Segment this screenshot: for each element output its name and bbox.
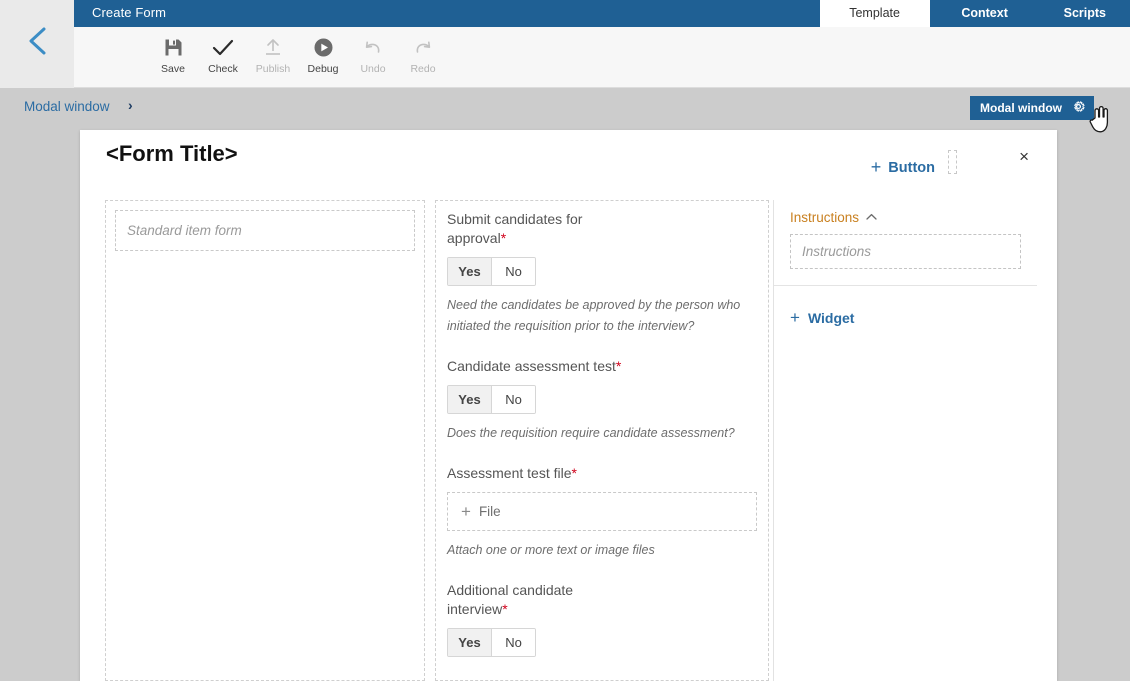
app-root: Create Form Template Context Scripts Sav… [0,0,1130,681]
undo-icon [363,33,383,61]
form-canvas: <Form Title> + Button × Standard item fo… [80,130,1057,681]
chevron-left-icon[interactable] [24,24,52,58]
publish-label: Publish [255,63,291,75]
save-icon [164,33,183,61]
required-asterisk: * [502,601,508,617]
yes-no-toggle[interactable]: Yes No [447,385,536,414]
window-header: Create Form Template Context Scripts [74,0,1130,27]
standard-item-form-placeholder[interactable]: Standard item form [115,210,415,251]
form-title: <Form Title> [106,141,238,166]
upload-icon [263,33,283,61]
undo-label: Undo [360,63,386,75]
instructions-section: Instructions Instructions [774,200,1037,286]
add-widget-label: Widget [807,310,855,326]
required-asterisk: * [615,358,622,374]
redo-button[interactable]: Redo [398,33,448,85]
file-dropzone-label: File [478,504,501,519]
debug-label: Debug [307,63,339,75]
yes-option[interactable]: Yes [448,258,492,285]
tab-context[interactable]: Context [930,0,1040,27]
field-label: Additional candidate interview* [447,581,627,619]
no-option[interactable]: No [492,629,535,656]
add-button-label: Button [888,159,935,176]
check-label: Check [208,63,238,75]
save-button[interactable]: Save [148,33,198,85]
form-columns: Standard item form Submit candidates for… [105,200,1037,681]
breadcrumb-item-modal-window[interactable]: Modal window [24,99,110,114]
plus-icon: + [790,308,800,327]
instructions-header[interactable]: Instructions [790,210,1021,225]
breadcrumb-bar: Modal window › [0,88,1130,130]
required-asterisk: * [571,465,577,481]
field-label-text: Candidate assessment test [447,358,616,374]
header-tabs: Template Context Scripts [819,0,1130,27]
modal-window-chip[interactable]: Modal window [970,96,1094,120]
check-icon [212,33,234,61]
top-bar: Create Form Template Context Scripts Sav… [0,0,1130,88]
instructions-placeholder-label: Instructions [802,244,872,259]
no-option[interactable]: No [492,258,535,285]
tab-scripts[interactable]: Scripts [1040,0,1130,27]
add-widget-button[interactable]: + Widget [790,308,854,328]
left-rail [0,0,74,88]
undo-button[interactable]: Undo [348,33,398,85]
no-option[interactable]: No [492,386,535,413]
save-label: Save [161,63,185,75]
form-column-middle[interactable]: Submit candidates for approval* Yes No N… [435,200,769,681]
plus-icon: + [461,501,471,521]
gear-icon[interactable] [1071,99,1086,117]
field-list: Submit candidates for approval* Yes No N… [447,210,757,677]
debug-button[interactable]: Debug [298,33,348,85]
chevron-up-icon[interactable] [866,212,877,224]
field-label-text: Additional candidate interview [447,582,574,617]
field-assessment-test-file[interactable]: Assessment test file* + File Attach one … [447,464,757,561]
field-label-text: Assessment test file [447,465,572,481]
close-icon[interactable]: × [1019,148,1029,165]
button-drop-slot[interactable] [948,150,957,174]
modal-window-chip-label: Modal window [980,101,1062,115]
instructions-header-label: Instructions [790,210,860,225]
page-title: Create Form [92,5,167,20]
form-side-pane: Instructions Instructions + Widget [773,200,1037,681]
form-column-left[interactable]: Standard item form [105,200,425,681]
tab-template[interactable]: Template [819,0,930,27]
standard-item-form-label: Standard item form [127,223,242,238]
field-label-text: Submit candidates for approval [447,211,583,246]
play-circle-icon [314,33,333,61]
toolbar: Save Check Publish Debug Undo Redo [74,27,1130,88]
yes-no-toggle[interactable]: Yes No [447,628,536,657]
instructions-placeholder[interactable]: Instructions [790,234,1021,269]
yes-no-toggle[interactable]: Yes No [447,257,536,286]
yes-option[interactable]: Yes [448,386,492,413]
field-submit-candidates-for-approval[interactable]: Submit candidates for approval* Yes No N… [447,210,757,337]
breadcrumb-separator-icon: › [128,97,133,113]
plus-icon: + [870,157,882,177]
redo-icon [413,33,433,61]
field-hint: Does the requisition require candidate a… [447,426,735,440]
field-hint: Attach one or more text or image files [447,543,655,557]
field-hint: Need the candidates be approved by the p… [447,298,741,333]
field-label: Submit candidates for approval* [447,210,627,248]
check-button[interactable]: Check [198,33,248,85]
field-label: Assessment test file* [447,464,627,483]
required-asterisk: * [500,230,507,246]
field-additional-candidate-interview[interactable]: Additional candidate interview* Yes No [447,581,757,657]
field-label: Candidate assessment test* [447,357,627,376]
redo-label: Redo [410,63,436,75]
file-dropzone[interactable]: + File [447,492,757,531]
yes-option[interactable]: Yes [448,629,492,656]
publish-button[interactable]: Publish [248,33,298,85]
add-button-button[interactable]: + Button [871,157,935,178]
field-candidate-assessment-test[interactable]: Candidate assessment test* Yes No Does t… [447,357,757,444]
